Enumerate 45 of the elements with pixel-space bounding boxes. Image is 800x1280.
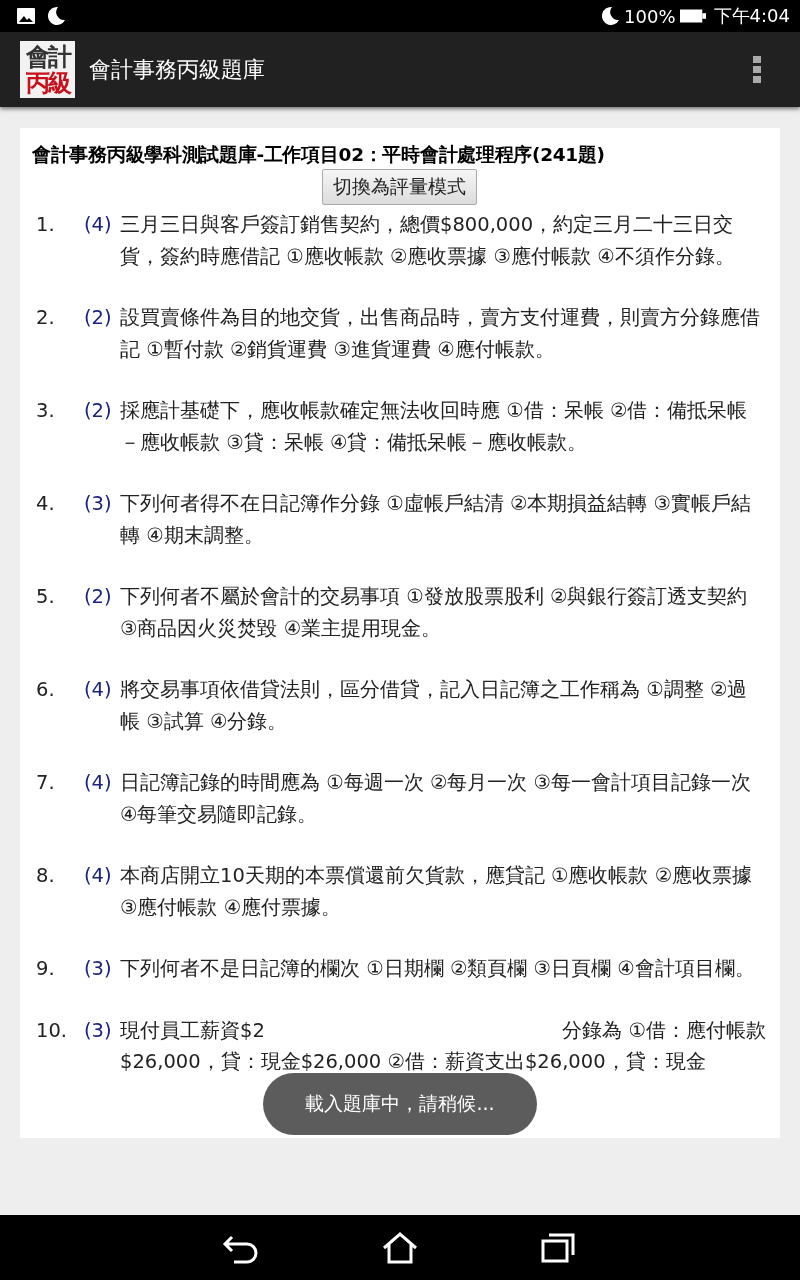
- question-number: 3.: [35, 398, 56, 424]
- answer-label: (3): [84, 1017, 113, 1044]
- question-number: 9.: [35, 956, 56, 982]
- question-text: $26,000，貸：現金$26,000 ②借：薪資支出$26,000，貸：現金: [120, 1049, 707, 1075]
- question-number: 7.: [35, 770, 56, 796]
- answer-label: (3): [84, 956, 113, 982]
- answer-label: (4): [84, 677, 113, 703]
- question-text: 三月三日與客戶簽訂銷售契約，總價$800,000，約定三月二十三日交貨，簽約時應借記 ①應收帳款 ②應收票據 ③應付帳款 ④不須作分錄。: [120, 212, 736, 270]
- answer-label: (4): [84, 770, 113, 796]
- home-icon[interactable]: [380, 1230, 420, 1265]
- app-logo: 會計 丙級: [20, 41, 75, 98]
- answer-label: (2): [84, 584, 113, 610]
- question-number: 8.: [35, 863, 56, 889]
- question-text: 現付員工薪資$2: [120, 1017, 265, 1044]
- overflow-menu-icon[interactable]: [752, 54, 762, 85]
- question-text: 下列何者得不在日記簿作分錄 ①虛帳戶結清 ②本期損益結轉 ③實帳戶結轉 ④期末調整。: [120, 491, 753, 549]
- image-icon: [16, 6, 36, 26]
- question-text: 下列何者不屬於會計的交易事項 ①發放股票股利 ②與銀行簽訂透支契約 ③商品因火災焚毀 ④業主提用現金。: [120, 584, 749, 642]
- question-text: 分錄為 ①借：應付帳款: [562, 1017, 766, 1044]
- clock: 下午4:04: [713, 4, 790, 28]
- question-number: 1.: [35, 212, 56, 238]
- app-title: 會計事務丙級題庫: [89, 55, 266, 84]
- battery-icon: [679, 8, 706, 24]
- question-text: 下列何者不是日記簿的欄次 ①日期欄 ②類頁欄 ③日頁欄 ④會計項目欄。: [120, 956, 756, 982]
- question-text: 設買賣條件為目的地交貨，出售商品時，賣方支付運費，則賣方分錄應借記 ①暫付款 ②銷貨運費 ③進貨運費 ④應付帳款。: [120, 305, 761, 363]
- question-number: 5.: [35, 584, 56, 610]
- mode-switch-button[interactable]: 切換為評量模式: [321, 169, 477, 205]
- loading-toast: 載入題庫中，請稍候...: [263, 1073, 537, 1135]
- page-heading: 會計事務丙級學科測試題庫-工作項目02：平時會計處理程序(241題): [32, 143, 606, 167]
- question-number: 2.: [35, 305, 56, 331]
- question-number: 4.: [35, 491, 56, 517]
- question-number: 6.: [35, 677, 56, 703]
- moon-icon: [46, 6, 66, 26]
- question-text: 本商店開立10天期的本票償還前欠貨款，應貸記 ①應收帳款 ②應收票據 ③應付帳款 ④應付票據。: [120, 863, 754, 921]
- battery-percent: 100%: [624, 5, 676, 27]
- moon-icon: [600, 6, 621, 26]
- answer-label: (2): [84, 398, 113, 424]
- answer-label: (4): [84, 863, 113, 889]
- question-text: 日記簿記錄的時間應為 ①每週一次 ②每月一次 ③每一會計項目記錄一次 ④每筆交易隨即記錄。: [120, 770, 753, 828]
- answer-label: (3): [84, 491, 113, 517]
- question-text: 將交易事項依借貸法則，區分借貸，記入日記簿之工作稱為 ①調整 ②過帳 ③試算 ④分錄。: [120, 677, 749, 735]
- answer-label: (2): [84, 305, 113, 331]
- answer-label: (4): [84, 212, 113, 238]
- question-number: 10.: [35, 1017, 68, 1044]
- question-text: 採應計基礎下，應收帳款確定無法收回時應 ①借：呆帳 ②借：備抵呆帳－應收帳款 ③貸：呆帳 ④貸：備抵呆帳－應收帳款。: [120, 398, 749, 456]
